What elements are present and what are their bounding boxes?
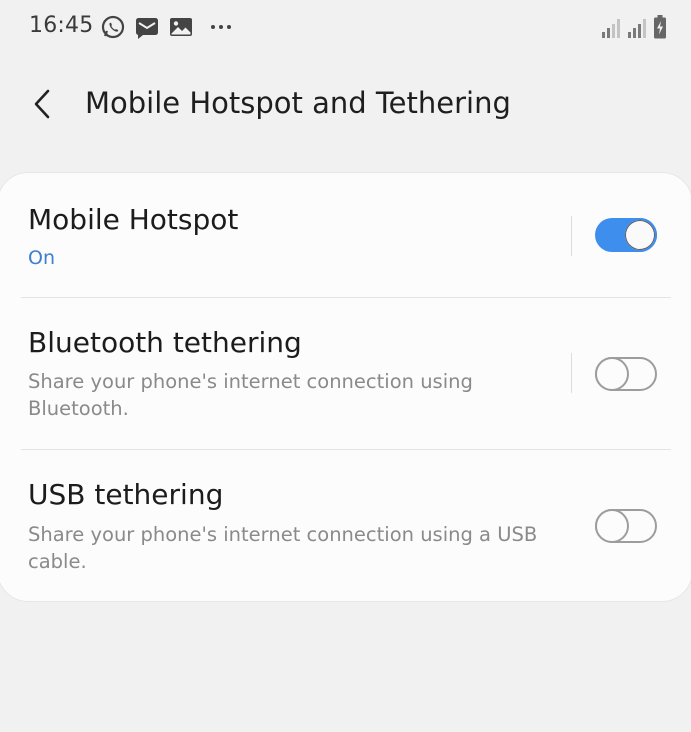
notification-icons [100,14,234,40]
toggle-knob [595,357,629,391]
usb-tethering-toggle[interactable] [595,509,657,543]
setting-row-bluetooth-tethering[interactable]: Bluetooth tethering Share your phone's i… [0,298,691,450]
gallery-icon [170,18,192,36]
page-title: Mobile Hotspot and Tethering [85,86,511,120]
setting-title: Bluetooth tethering [28,326,302,359]
vertical-divider [571,353,572,393]
setting-row-usb-tethering[interactable]: USB tethering Share your phone's interne… [0,450,691,601]
chevron-left-icon [34,89,50,119]
app-header: Mobile Hotspot and Tethering [0,72,691,138]
toggle-knob [623,218,657,252]
signal-2-icon [628,19,646,38]
setting-row-mobile-hotspot[interactable]: Mobile Hotspot On [0,173,691,298]
whatsapp-icon [101,15,125,39]
setting-status: On [28,247,55,269]
setting-title: USB tethering [28,478,224,511]
signal-1-icon [602,19,620,38]
status-time: 16:45 [29,13,94,38]
bluetooth-tethering-toggle[interactable] [595,357,657,391]
battery-charging-icon [654,15,666,39]
status-bar: 16:45 [0,0,691,56]
toggle-knob [595,509,629,543]
setting-title: Mobile Hotspot [28,203,239,236]
setting-description: Share your phone's internet connection u… [28,523,538,573]
mobile-hotspot-toggle[interactable] [595,218,657,252]
back-button[interactable] [22,84,62,124]
message-icon [136,18,158,39]
more-dots-icon [211,25,231,29]
system-icons [601,15,667,39]
settings-card: Mobile Hotspot On Bluetooth tethering Sh… [0,173,691,601]
vertical-divider [571,216,572,256]
setting-description: Share your phone's internet connection u… [28,370,473,420]
